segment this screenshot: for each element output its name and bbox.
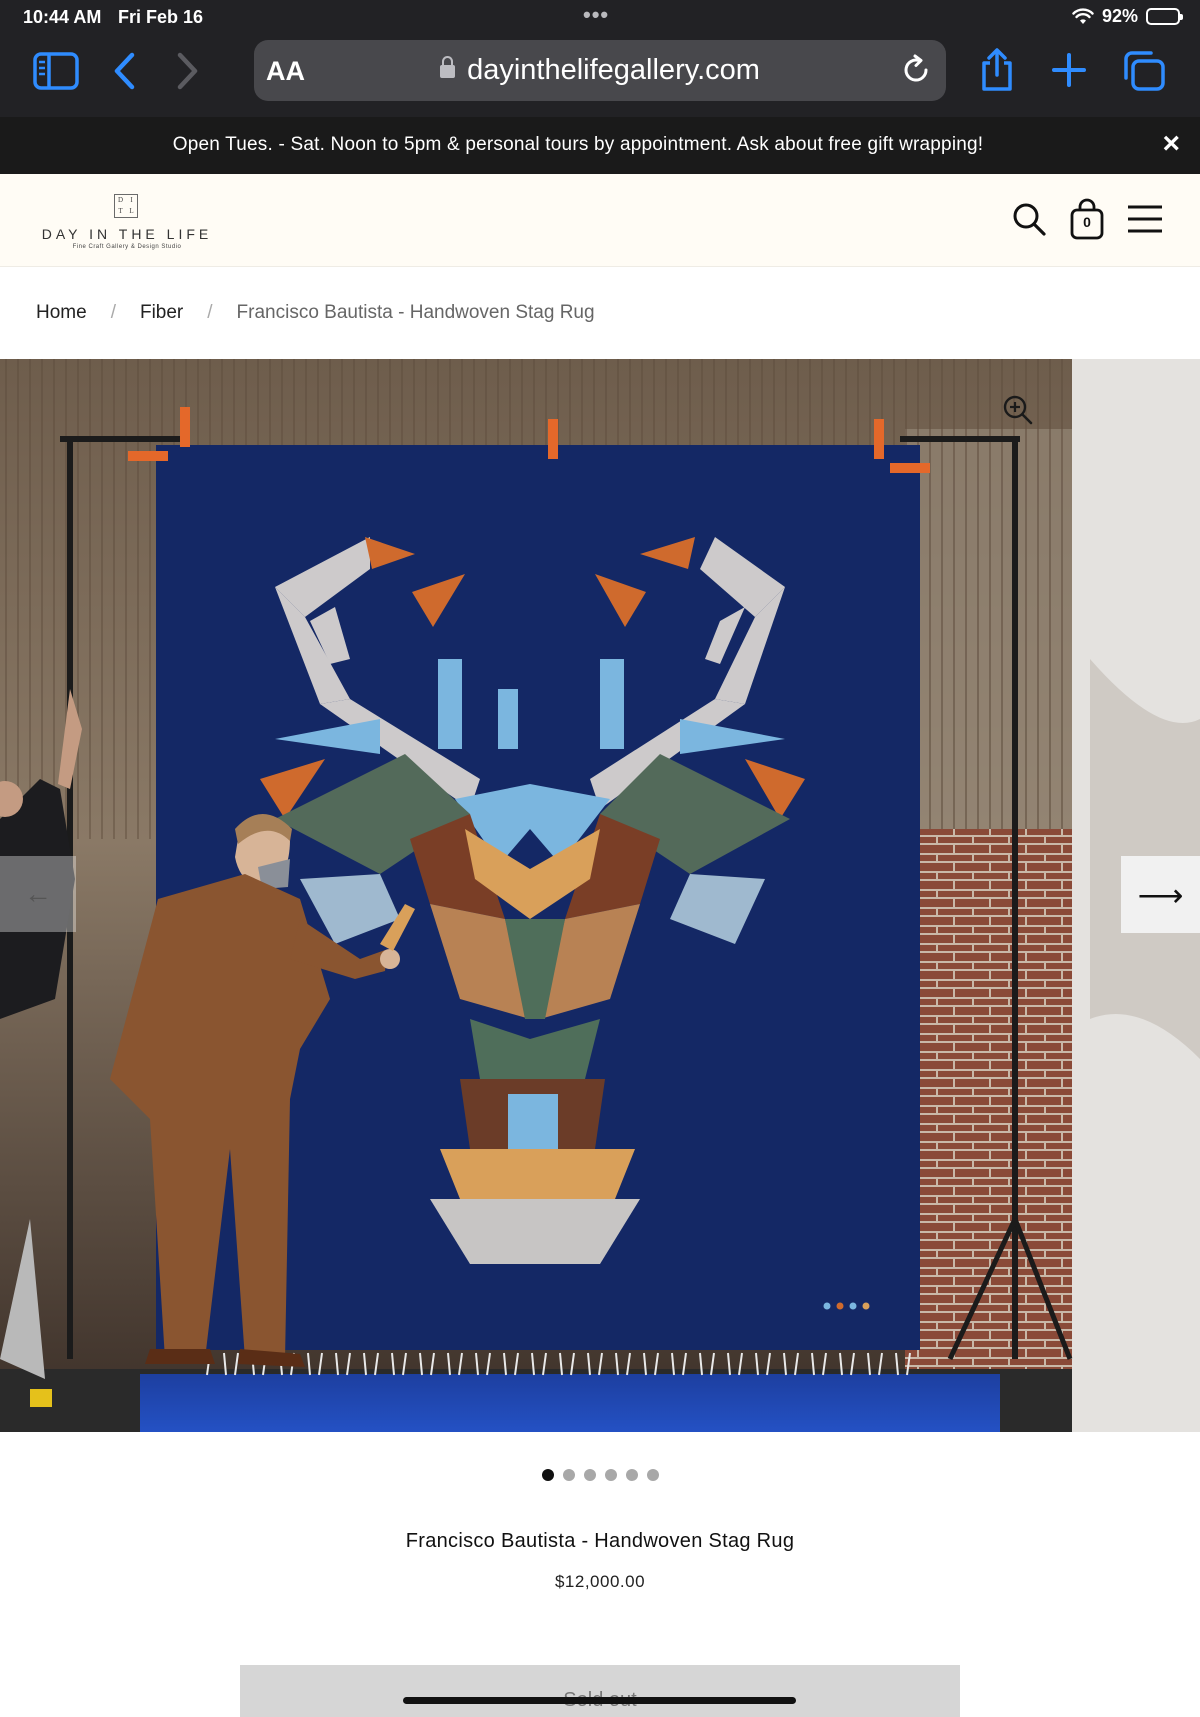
gallery-dot[interactable] [625, 1469, 638, 1481]
new-tab-icon[interactable] [1051, 52, 1087, 88]
announcement-bar: Open Tues. - Sat. Noon to 5pm & personal… [0, 117, 1200, 174]
gallery-dot[interactable] [604, 1469, 617, 1481]
logo-mark: DI TL [114, 194, 138, 218]
search-icon[interactable] [1006, 196, 1052, 242]
logo-tagline: Fine Craft Gallery & Design Studio [72, 244, 182, 250]
close-icon[interactable]: × [1162, 129, 1180, 159]
site-header: DI TL DAY IN THE LIFE Fine Craft Gallery… [0, 174, 1200, 267]
zoom-icon[interactable] [1002, 394, 1034, 426]
announcement-text: Open Tues. - Sat. Noon to 5pm & personal… [172, 134, 984, 155]
product-image-gallery[interactable]: ← ⟶ [0, 359, 1200, 1432]
cart-icon[interactable]: 0 [1064, 196, 1110, 242]
logo-name: DAY IN THE LIFE [41, 226, 213, 242]
safari-toolbar: 10:44 AM Fri Feb 16 ••• 92% AA dayinthel… [0, 0, 1200, 117]
gallery-prev-arrow[interactable]: ← [0, 856, 76, 932]
home-indicator[interactable] [403, 1697, 796, 1704]
breadcrumb-separator: / [110, 302, 116, 323]
gallery-pagination [0, 1469, 1200, 1481]
gallery-dot[interactable] [583, 1469, 596, 1481]
menu-icon[interactable] [1122, 196, 1168, 242]
gallery-next-arrow[interactable]: ⟶ [1121, 856, 1200, 933]
breadcrumb-category[interactable]: Fiber [140, 302, 183, 324]
product-price: $12,000.00 [554, 1572, 646, 1591]
breadcrumb-separator: / [207, 302, 213, 323]
breadcrumb: Home / Fiber / Francisco Bautista - Hand… [36, 302, 595, 324]
product-title: Francisco Bautista - Handwoven Stag Rug [405, 1530, 795, 1552]
multitasking-dots-icon[interactable]: ••• [583, 2, 609, 28]
forward-icon[interactable] [176, 52, 200, 90]
status-indicators: 92% [1072, 6, 1183, 27]
status-bar: 10:44 AM Fri Feb 16 ••• 92% [0, 0, 1200, 34]
battery-icon [1146, 8, 1183, 25]
url-display[interactable]: dayinthelifegallery.com [254, 54, 946, 87]
gallery-dot[interactable] [562, 1469, 575, 1481]
gallery-dot[interactable] [646, 1469, 659, 1481]
back-icon[interactable] [112, 52, 136, 90]
url-text: dayinthelifegallery.com [467, 54, 760, 86]
battery-percent: 92% [1101, 6, 1138, 26]
sold-out-button[interactable]: Sold out [240, 1665, 960, 1717]
breadcrumb-current: Francisco Bautista - Handwoven Stag Rug [236, 302, 595, 323]
reload-icon[interactable] [900, 54, 932, 91]
product-photo [0, 359, 1200, 1432]
breadcrumb-home[interactable]: Home [36, 302, 87, 324]
sidebar-icon[interactable] [33, 52, 79, 90]
status-time: 10:44 AM [23, 7, 102, 27]
site-logo[interactable]: DI TL DAY IN THE LIFE Fine Craft Gallery… [32, 184, 222, 254]
page: 10:44 AM Fri Feb 16 ••• 92% AA dayinthel… [0, 0, 1200, 1717]
tabs-icon[interactable] [1122, 50, 1166, 92]
wifi-icon [1072, 7, 1094, 24]
address-bar[interactable]: AA dayinthelifegallery.com [254, 40, 946, 101]
status-date: Fri Feb 16 [118, 7, 204, 27]
gallery-dot[interactable] [541, 1469, 554, 1481]
cart-count: 0 [1083, 214, 1091, 230]
lock-icon [440, 56, 456, 78]
share-icon[interactable] [977, 48, 1017, 92]
